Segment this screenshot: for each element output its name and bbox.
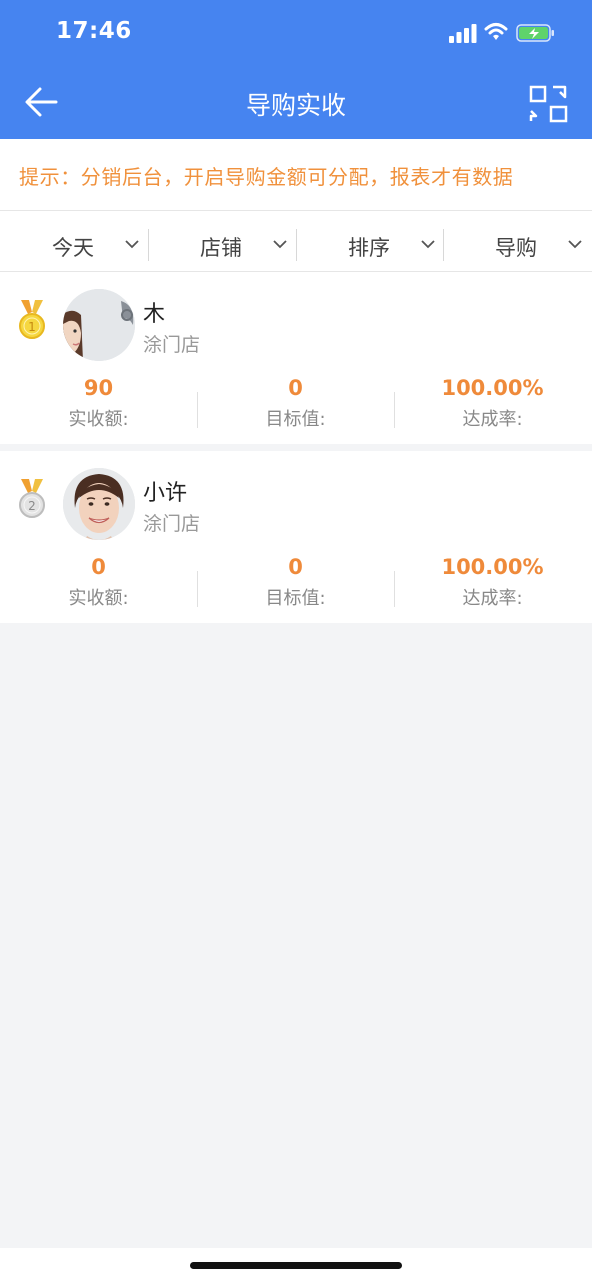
received-label: 实收额: [68, 409, 129, 430]
home-indicator-area [0, 1248, 592, 1280]
filter-sort-label: 排序 [348, 236, 390, 260]
cellular-signal-icon [449, 24, 477, 43]
rate-label: 达成率: [462, 409, 523, 430]
store-name: 涂门店 [143, 334, 201, 356]
filter-store[interactable]: 店铺 [148, 211, 296, 271]
received-value: 90 [83, 376, 114, 400]
wifi-icon [484, 23, 508, 40]
battery-charging-icon [516, 24, 554, 42]
filter-date[interactable]: 今天 [0, 211, 148, 271]
svg-text:1: 1 [28, 320, 36, 334]
filter-guide-label: 导购 [495, 236, 537, 260]
tip-text: 提示：分销后台，开启导购金额可分配，报表才有数据 [19, 165, 514, 189]
chevron-down-icon [125, 240, 139, 249]
rate-label: 达成率: [462, 588, 523, 609]
filter-store-label: 店铺 [200, 236, 242, 260]
target-value: 0 [288, 555, 303, 579]
stat-rate: 100.00% 达成率: [394, 374, 591, 431]
avatar[interactable] [63, 468, 135, 540]
received-label: 实收额: [68, 588, 129, 609]
rate-value: 100.00% [441, 555, 544, 579]
target-label: 目标值: [265, 409, 326, 430]
filter-sort[interactable]: 排序 [296, 211, 444, 271]
guide-name: 木 [143, 302, 166, 327]
svg-text:2: 2 [28, 499, 36, 513]
status-bar: 17:46 [0, 0, 592, 66]
silver-medal-icon: 2 [19, 479, 45, 518]
home-indicator[interactable] [190, 1262, 402, 1269]
filter-guide[interactable]: 导购 [443, 211, 591, 271]
target-label: 目标值: [265, 588, 326, 609]
stat-target: 0 目标值: [197, 374, 394, 431]
app-header: 17:46 导购实收 [0, 0, 592, 139]
stat-target: 0 目标值: [197, 553, 394, 610]
chevron-down-icon [421, 240, 435, 249]
ranking-card[interactable]: 1 木 涂门店 90 实收额: 0 目标值: 100.00% 达成率: [0, 272, 592, 444]
stat-rate: 100.00% 达成率: [394, 553, 591, 610]
avatar[interactable] [63, 289, 135, 361]
filter-date-label: 今天 [52, 236, 94, 260]
rate-value: 100.00% [441, 376, 544, 400]
chevron-down-icon [568, 240, 582, 249]
target-value: 0 [288, 376, 303, 400]
guide-name: 小许 [143, 481, 188, 506]
status-time: 17:46 [56, 18, 132, 44]
store-name: 涂门店 [143, 513, 201, 535]
stat-received: 0 实收额: [0, 553, 197, 610]
nav-bar: 导购实收 [0, 66, 592, 139]
gold-medal-icon: 1 [19, 300, 45, 339]
stat-received: 90 实收额: [0, 374, 197, 431]
page-title: 导购实收 [245, 91, 346, 120]
scan-icon[interactable] [528, 84, 570, 124]
received-value: 0 [91, 555, 106, 579]
filter-bar: 今天 店铺 排序 导购 [0, 211, 592, 272]
ranking-card[interactable]: 2 小许 涂门店 0 实收额: 0 目标值: 100.00% 达成率: [0, 451, 592, 623]
tip-bar: 提示：分销后台，开启导购金额可分配，报表才有数据 [0, 139, 592, 211]
chevron-down-icon [273, 240, 287, 249]
